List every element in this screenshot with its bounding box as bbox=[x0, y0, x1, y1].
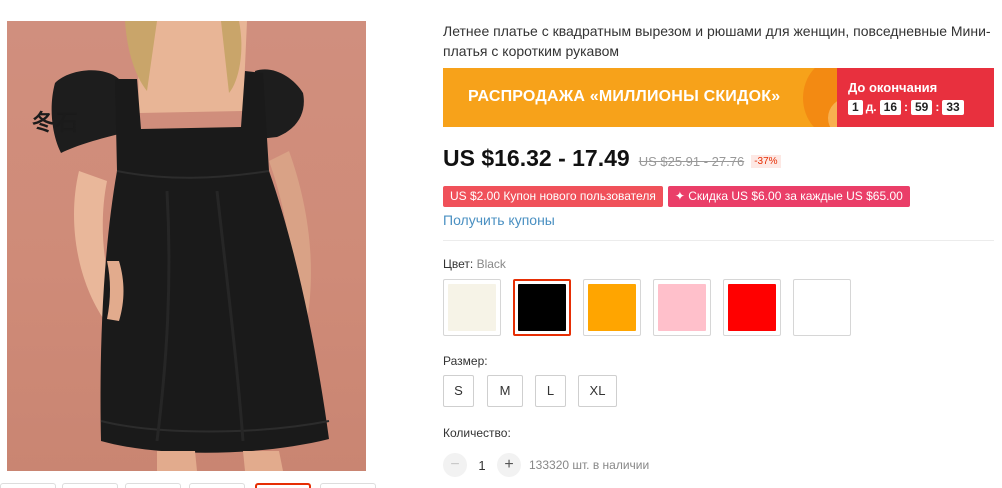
dress-illustration bbox=[51, 21, 330, 471]
coupon-row: US $2.00 Купон нового пользователя ✦ Ски… bbox=[443, 186, 910, 207]
countdown-days: 1 bbox=[848, 99, 863, 115]
countdown-timer: До окончания 1 д. 16 : 59 : 33 bbox=[837, 68, 994, 127]
countdown-days-unit: д. bbox=[865, 100, 877, 114]
thumbnail[interactable] bbox=[320, 483, 376, 488]
color-swatch-white[interactable] bbox=[793, 279, 851, 336]
countdown-separator: : bbox=[904, 100, 908, 114]
color-swatch-red[interactable] bbox=[723, 279, 781, 336]
size-option-l[interactable]: L bbox=[535, 375, 566, 407]
new-user-coupon[interactable]: US $2.00 Купон нового пользователя bbox=[443, 186, 663, 207]
color-swatch-orange[interactable] bbox=[583, 279, 641, 336]
quantity-decrease-button[interactable]: − bbox=[443, 453, 467, 477]
quantity-stepper: − 1 + 133320 шт. в наличии bbox=[443, 452, 649, 478]
quantity-increase-button[interactable]: + bbox=[497, 453, 521, 477]
stock-count: 133320 шт. в наличии bbox=[529, 458, 650, 472]
size-option-m[interactable]: M bbox=[487, 375, 523, 407]
product-main-image[interactable]: 冬石 bbox=[7, 21, 366, 471]
quantity-label: Количество: bbox=[443, 426, 511, 440]
color-swatch-pink[interactable] bbox=[653, 279, 711, 336]
sale-banner-text: РАСПРОДАЖА «МИЛЛИОНЫ СКИДОК» bbox=[468, 88, 781, 105]
sale-banner[interactable]: РАСПРОДАЖА «МИЛЛИОНЫ СКИДОК» До окончани… bbox=[443, 68, 994, 127]
get-coupons-link[interactable]: Получить купоны bbox=[443, 212, 555, 228]
color-swatch-black[interactable] bbox=[513, 279, 571, 336]
countdown-seconds: 33 bbox=[942, 99, 964, 115]
countdown-separator: : bbox=[935, 100, 940, 114]
current-price: US $16.32 - 17.49 bbox=[443, 145, 630, 171]
quantity-value[interactable]: 1 bbox=[467, 458, 497, 473]
size-label: Размер: bbox=[443, 354, 488, 368]
thumbnail[interactable] bbox=[125, 483, 181, 488]
thumbnail[interactable] bbox=[62, 483, 118, 488]
thumbnail-strip bbox=[0, 483, 380, 488]
countdown-label: До окончания bbox=[848, 80, 938, 95]
size-option-xl[interactable]: XL bbox=[578, 375, 617, 407]
price-block: US $16.32 - 17.49 US $25.91 - 27.76 -37% bbox=[443, 145, 781, 173]
product-title: Летнее платье с квадратным вырезом и рюш… bbox=[443, 23, 991, 59]
countdown-hours: 16 bbox=[879, 99, 901, 115]
color-label-row: Цвет: Black bbox=[443, 257, 506, 271]
store-discount-coupon[interactable]: ✦ Скидка US $6.00 за каждые US $65.00 bbox=[667, 186, 910, 207]
original-price: US $25.91 - 27.76 bbox=[638, 154, 745, 169]
color-label: Цвет: bbox=[443, 257, 474, 271]
thumbnail-selected[interactable] bbox=[255, 483, 311, 488]
image-watermark: 冬石 bbox=[32, 110, 81, 136]
size-option-s[interactable]: S bbox=[443, 375, 474, 407]
countdown-values: 1 д. 16 : 59 : 33 bbox=[848, 99, 964, 115]
color-swatch-cream[interactable] bbox=[443, 279, 501, 336]
divider bbox=[443, 240, 994, 241]
selected-color-name: Black bbox=[476, 257, 506, 271]
discount-badge: -37% bbox=[751, 155, 781, 168]
thumbnail[interactable] bbox=[0, 483, 56, 488]
thumbnail[interactable] bbox=[189, 483, 245, 488]
countdown-minutes: 59 bbox=[911, 99, 933, 115]
